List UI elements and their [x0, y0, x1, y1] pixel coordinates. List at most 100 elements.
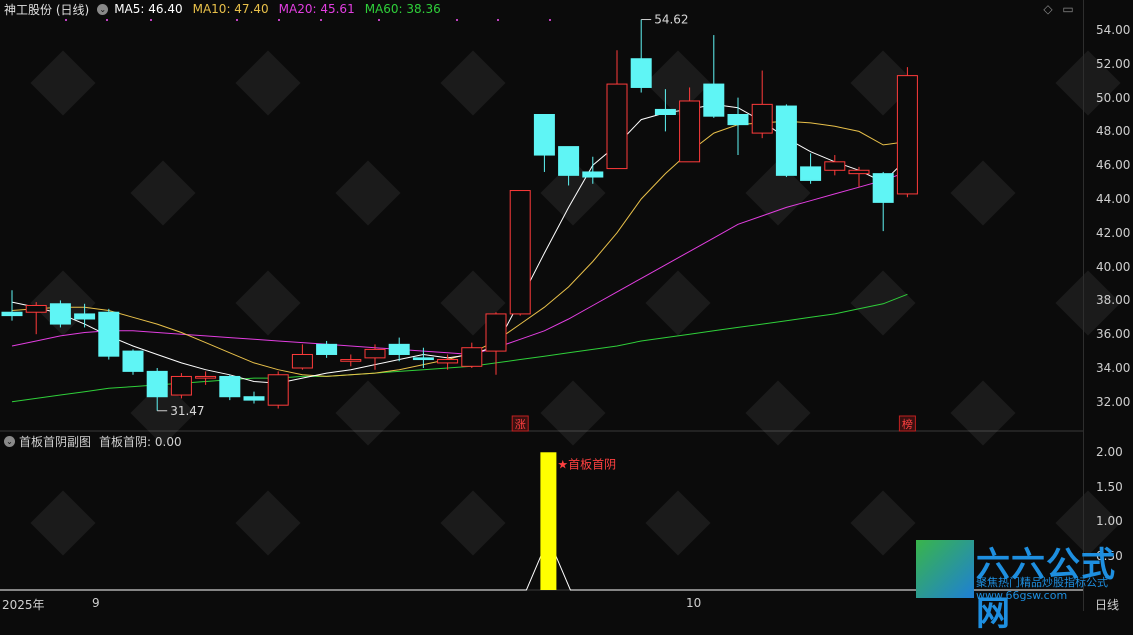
chart-tools: ◇ ▭: [1041, 2, 1075, 16]
sub-tick-label: 1.50: [1096, 479, 1123, 494]
price-tick-label: 32.00: [1096, 394, 1131, 409]
price-tick-label: 38.00: [1096, 293, 1131, 308]
candle-body: [388, 343, 410, 355]
watermark-mark: [850, 270, 916, 336]
sub-toggle-icon[interactable]: ⌄: [4, 435, 15, 447]
marker-dot: [497, 19, 499, 21]
candle: [727, 97, 749, 156]
watermark-mark: [30, 490, 96, 556]
moving-average-lines: [11, 103, 908, 403]
sub-tick-label: 1.00: [1096, 514, 1123, 529]
candle-body: [630, 58, 652, 88]
candle-body: [25, 304, 47, 313]
watermark-mark: [645, 50, 711, 116]
candle-body: [316, 343, 338, 355]
candle-body: [146, 370, 168, 398]
candle-body: [461, 347, 483, 367]
price-tick-label: 50.00: [1096, 90, 1131, 105]
price-tick-label: 42.00: [1096, 225, 1131, 240]
marker-dot: [320, 19, 322, 21]
x-label-sep: 9: [92, 596, 100, 610]
candle-body: [582, 171, 604, 178]
candle: [848, 166, 870, 188]
watermark-mark: [645, 270, 711, 336]
watermark-mark: [130, 160, 196, 226]
watermark-mark: [950, 380, 1016, 446]
candle: [461, 342, 483, 368]
marker-dot: [549, 19, 551, 21]
candle: [49, 300, 71, 328]
candle-body: [412, 357, 434, 361]
signal-bar: [540, 452, 557, 590]
candle-body: [824, 161, 846, 171]
watermark-mark: [335, 380, 401, 446]
stock-chart[interactable]: ★首板首阴 54.62 31.47 涨 榜: [0, 0, 1133, 611]
price-tick-label: 52.00: [1096, 56, 1131, 71]
candle: [630, 19, 652, 93]
marker-dot: [106, 19, 108, 21]
candle-body: [606, 83, 628, 170]
indicator-toggle-icon[interactable]: ⌄: [97, 3, 109, 15]
candle-body: [679, 100, 701, 163]
candle: [25, 302, 47, 335]
candle: [800, 153, 822, 184]
sub-chart-title[interactable]: 首板首阴副图: [19, 433, 91, 450]
price-tick-label: 44.00: [1096, 192, 1131, 206]
price-tick-label: 54.00: [1096, 23, 1131, 37]
price-tick-label: 48.00: [1096, 124, 1131, 139]
candle-body: [485, 313, 507, 352]
low-label: 31.47: [170, 404, 204, 418]
candle: [775, 104, 797, 178]
candle-body: [195, 375, 217, 379]
candle: [170, 373, 192, 399]
sub-chart-header: ⌄ 首板首阴副图 首板首阴: 0.00: [4, 433, 182, 449]
watermark-mark: [645, 490, 711, 556]
candle: [703, 35, 725, 118]
logo-mark-icon: [916, 540, 974, 598]
candle-body: [267, 374, 289, 406]
candle-body: [848, 169, 870, 175]
marker-dot: [278, 19, 280, 21]
candle: [219, 374, 241, 401]
signal-label: ★首板首阴: [557, 457, 616, 471]
candle: [872, 171, 894, 232]
candle: [606, 50, 628, 170]
candle-body: [170, 375, 192, 396]
watermark-mark: [235, 50, 301, 116]
watermark-mark: [235, 270, 301, 336]
ma5-line: [11, 103, 908, 384]
candle-body: [437, 359, 459, 364]
candle: [824, 155, 846, 176]
candle-body: [122, 350, 144, 372]
watermark-mark: [850, 490, 916, 556]
diamond-icon[interactable]: ◇: [1041, 2, 1055, 16]
stock-title[interactable]: 神工股份 (日线): [4, 1, 89, 18]
watermark-mark: [540, 380, 606, 446]
x-label-oct: 10: [686, 596, 702, 610]
bang-tag: 榜: [898, 415, 916, 432]
bang-tag-text: 榜: [902, 417, 913, 431]
ma20-value: MA20: 45.61: [278, 2, 355, 16]
watermark-mark: [440, 50, 506, 116]
candle-body: [219, 375, 241, 398]
candle-body: [896, 75, 918, 195]
candle: [98, 308, 120, 360]
candle-body: [74, 313, 96, 320]
candle: [896, 67, 918, 198]
high-label: 54.62: [654, 13, 688, 27]
candle-body: [775, 105, 797, 176]
watermark-mark: [30, 50, 96, 116]
ma10-line: [11, 120, 908, 377]
main-chart-header: 神工股份 (日线) ⌄ MA5: 46.40 MA10: 47.40 MA20:…: [4, 1, 451, 17]
logo-slogan: 聚焦热门精品炒股指标公式: [976, 576, 1108, 589]
marker-dot: [378, 19, 380, 21]
candle: [291, 344, 313, 370]
candle-body: [872, 173, 894, 203]
candle: [509, 190, 531, 316]
candle: [1, 290, 23, 321]
candle-body: [340, 359, 362, 362]
window-icon[interactable]: ▭: [1061, 2, 1075, 16]
candle-body: [49, 303, 71, 325]
price-tick-label: 36.00: [1096, 327, 1131, 342]
candle-body: [558, 146, 580, 176]
